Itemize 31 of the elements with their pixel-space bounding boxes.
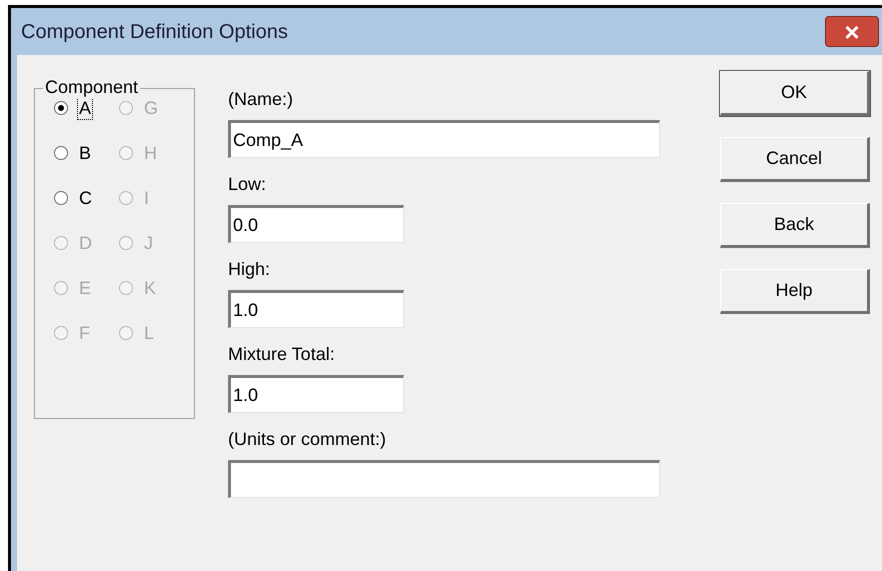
dialog-button[interactable]: Cancel <box>720 137 870 182</box>
radio-button[interactable] <box>54 100 68 114</box>
dialog-button[interactable]: Help <box>720 269 870 314</box>
dialog-button[interactable]: OK <box>720 71 870 116</box>
radio-label: I <box>143 186 150 208</box>
field-label: (Units or comment:) <box>228 428 388 451</box>
field-label: Mixture Total: <box>228 343 336 366</box>
close-button[interactable]: × <box>825 16 879 47</box>
field-label: High: <box>228 258 272 281</box>
dialog-button[interactable]: Back <box>720 203 870 248</box>
radio-label: E <box>78 276 92 298</box>
radio-label: D <box>78 232 93 254</box>
radio-label: B <box>78 142 92 164</box>
radio-label: C <box>78 186 93 208</box>
radio-button[interactable] <box>54 190 68 204</box>
text-field[interactable]: 1.0 <box>228 290 404 328</box>
field-label: (Name:) <box>228 88 294 111</box>
radio-label: A <box>78 96 92 118</box>
radio-label: L <box>143 322 156 344</box>
text-field[interactable]: Comp_A <box>228 120 660 158</box>
radio-button[interactable] <box>54 146 68 160</box>
radio-label: G <box>143 96 160 118</box>
field-label: Low: <box>228 173 268 196</box>
window-title: Component Definition Options <box>21 20 288 44</box>
text-field[interactable]: 1.0 <box>228 375 404 413</box>
text-field[interactable]: 0.0 <box>228 205 404 243</box>
text-field[interactable] <box>228 460 660 498</box>
radio-label: F <box>78 322 91 344</box>
radio-label: K <box>143 276 158 298</box>
radio-label: J <box>143 232 154 254</box>
radio-label: H <box>143 142 158 164</box>
